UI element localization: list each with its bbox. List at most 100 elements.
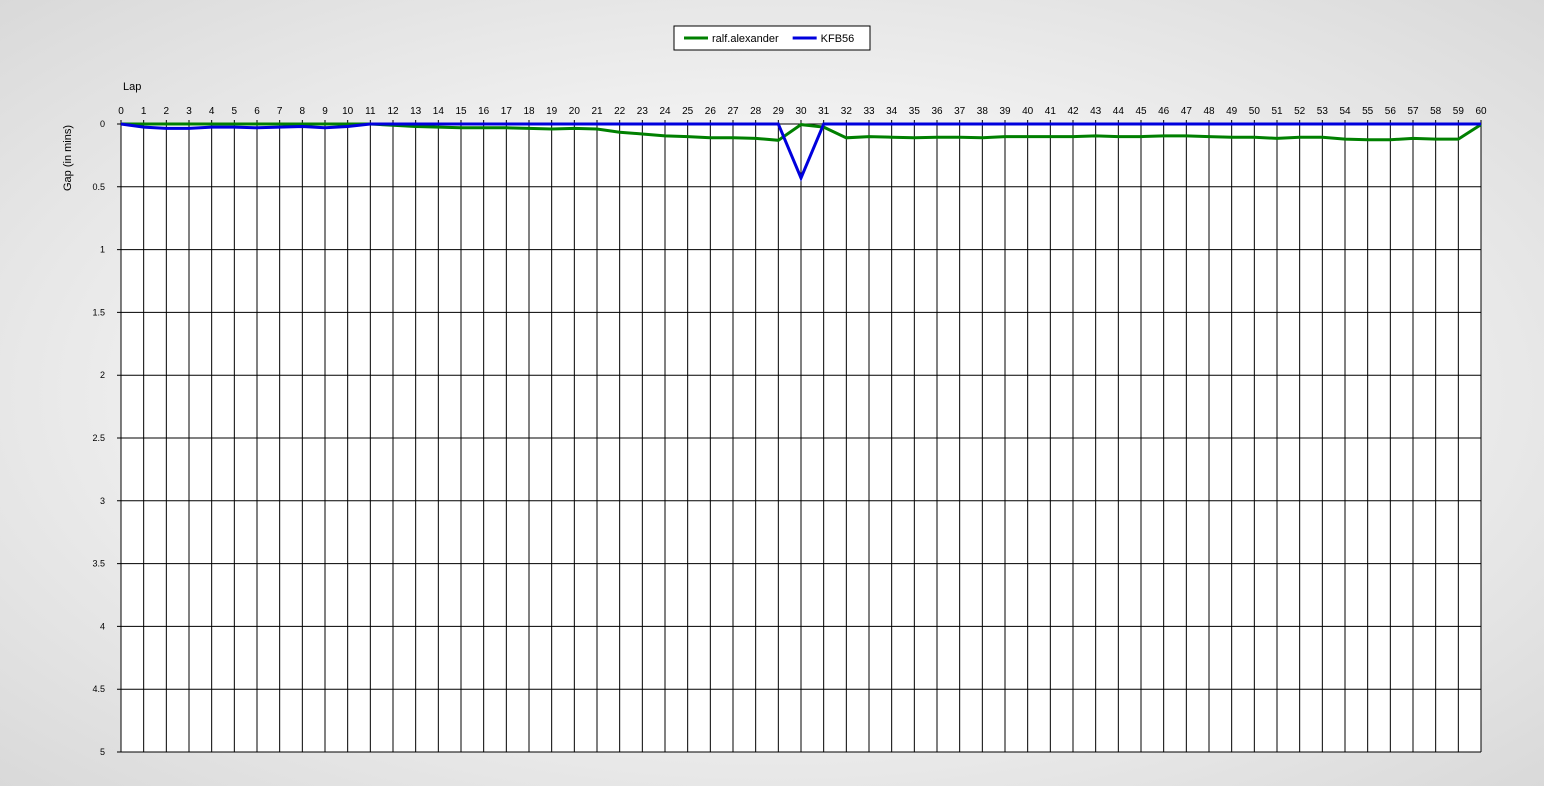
data-point bbox=[1434, 138, 1437, 141]
data-point bbox=[460, 126, 463, 129]
x-tick-label: 19 bbox=[546, 106, 558, 117]
data-point bbox=[1366, 123, 1369, 126]
data-point bbox=[505, 126, 508, 129]
data-point bbox=[437, 123, 440, 126]
data-point bbox=[1344, 138, 1347, 141]
data-point bbox=[233, 123, 236, 126]
x-tick-label: 54 bbox=[1339, 106, 1351, 117]
x-tick-label: 25 bbox=[682, 106, 694, 117]
data-point bbox=[1298, 123, 1301, 126]
data-point bbox=[709, 136, 712, 139]
y-axis-title: Gap (in mins) bbox=[62, 125, 74, 191]
chart: 0 1 2 3 4 5 6 7 8 9 10 11 12 13 14 15 16 17 18 19 20 21 22 23 24… bbox=[62, 25, 1487, 757]
data-point bbox=[256, 123, 259, 126]
x-tick-label: 47 bbox=[1181, 106, 1193, 117]
x-tick-label: 51 bbox=[1271, 106, 1283, 117]
x-tick-label: 52 bbox=[1294, 106, 1306, 117]
data-point bbox=[1026, 135, 1029, 138]
data-point bbox=[664, 123, 667, 126]
data-point bbox=[528, 127, 531, 130]
x-tick-label: 9 bbox=[322, 106, 328, 117]
data-point bbox=[1366, 138, 1369, 141]
data-point bbox=[528, 123, 531, 126]
data-point bbox=[1208, 135, 1211, 138]
x-tick-label: 43 bbox=[1090, 106, 1102, 117]
x-tick-label: 40 bbox=[1022, 106, 1034, 117]
data-point bbox=[596, 128, 599, 131]
x-axis-title: Lap bbox=[123, 81, 141, 93]
x-tick-label: 8 bbox=[300, 106, 306, 117]
y-tick-label: 1.5 bbox=[92, 307, 105, 317]
data-point bbox=[1140, 135, 1143, 138]
data-point bbox=[1457, 138, 1460, 141]
x-tick-label: 18 bbox=[523, 106, 535, 117]
data-point bbox=[482, 123, 485, 126]
data-point bbox=[1117, 135, 1120, 138]
data-point bbox=[324, 126, 327, 129]
x-tick-label: 29 bbox=[773, 106, 785, 117]
y-tick-label: 4.5 bbox=[92, 684, 105, 694]
x-tick-label: 57 bbox=[1407, 106, 1419, 117]
data-point bbox=[482, 126, 485, 129]
data-point bbox=[1344, 123, 1347, 126]
y-tick-label: 0.5 bbox=[92, 182, 105, 192]
data-point bbox=[142, 123, 145, 126]
x-tick-label: 55 bbox=[1362, 106, 1374, 117]
data-point bbox=[1117, 123, 1120, 126]
data-point bbox=[1434, 123, 1437, 126]
data-point bbox=[868, 135, 871, 138]
data-point bbox=[301, 125, 304, 128]
y-tick-label: 2.5 bbox=[92, 433, 105, 443]
data-point bbox=[1480, 123, 1483, 126]
x-tick-label: 44 bbox=[1113, 106, 1125, 117]
data-point bbox=[1457, 123, 1460, 126]
data-point bbox=[732, 123, 735, 126]
x-tick-label: 27 bbox=[727, 106, 739, 117]
data-point bbox=[369, 123, 372, 126]
data-point bbox=[1049, 135, 1052, 138]
x-tick-label: 31 bbox=[818, 106, 830, 117]
x-tick-label: 38 bbox=[977, 106, 989, 117]
x-tick-label: 36 bbox=[931, 106, 943, 117]
data-point bbox=[1253, 136, 1256, 139]
data-point bbox=[913, 136, 916, 139]
data-point bbox=[550, 123, 553, 126]
data-point bbox=[754, 123, 757, 126]
data-point bbox=[1208, 123, 1211, 126]
data-point bbox=[437, 126, 440, 129]
data-point bbox=[1230, 136, 1233, 139]
data-point bbox=[981, 123, 984, 126]
data-point bbox=[278, 123, 281, 126]
x-tick-label: 14 bbox=[433, 106, 445, 117]
data-point bbox=[346, 125, 349, 128]
data-point bbox=[1162, 134, 1165, 137]
x-tick-label: 12 bbox=[387, 106, 399, 117]
data-point bbox=[1162, 123, 1165, 126]
x-tick-label: 28 bbox=[750, 106, 762, 117]
data-point bbox=[1253, 123, 1256, 126]
x-tick-label: 2 bbox=[164, 106, 170, 117]
x-tick-label: 10 bbox=[342, 106, 354, 117]
x-tick-label: 1 bbox=[141, 106, 147, 117]
data-point bbox=[505, 123, 508, 126]
data-point bbox=[845, 123, 848, 126]
data-point bbox=[165, 123, 168, 126]
data-point bbox=[958, 136, 961, 139]
x-tick-label: 17 bbox=[501, 106, 513, 117]
data-point bbox=[754, 137, 757, 140]
data-point bbox=[1412, 137, 1415, 140]
data-point bbox=[1230, 123, 1233, 126]
data-point bbox=[1026, 123, 1029, 126]
x-tick-label: 60 bbox=[1475, 106, 1487, 117]
x-tick-label: 41 bbox=[1045, 106, 1057, 117]
x-tick-label: 15 bbox=[455, 106, 467, 117]
data-point bbox=[1072, 135, 1075, 138]
x-tick-label: 35 bbox=[909, 106, 921, 117]
x-tick-label: 24 bbox=[659, 106, 671, 117]
data-point bbox=[392, 123, 395, 126]
y-tick-label: 2 bbox=[100, 370, 105, 380]
data-point bbox=[210, 126, 213, 129]
data-point bbox=[596, 123, 599, 126]
data-point bbox=[1185, 123, 1188, 126]
x-tick-label: 4 bbox=[209, 106, 215, 117]
